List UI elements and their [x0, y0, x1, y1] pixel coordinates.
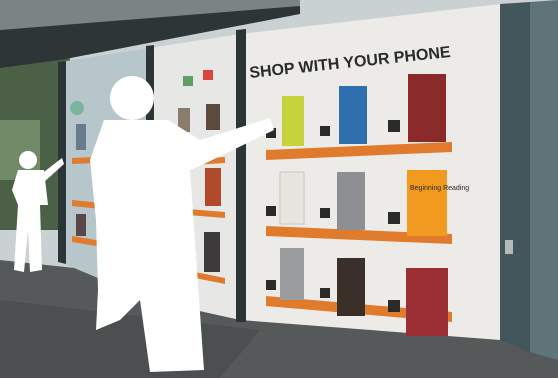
book-cover	[76, 124, 86, 150]
qr-code-icon	[388, 300, 400, 312]
door-handle	[505, 240, 513, 254]
qr-code-icon	[266, 280, 276, 290]
qr-code-icon	[388, 212, 400, 224]
step-icon	[203, 70, 213, 80]
qr-code-icon	[320, 288, 330, 298]
book-cover	[408, 74, 446, 142]
book-cover	[337, 258, 365, 316]
qr-code-icon	[388, 120, 400, 132]
book-cover	[337, 172, 365, 230]
qr-code-icon	[266, 206, 276, 216]
book-cover	[205, 168, 221, 206]
logo-icon	[70, 101, 84, 115]
step-icon	[183, 76, 193, 86]
book-cover	[204, 232, 220, 272]
person-head	[110, 76, 154, 120]
scene-illustration: Beginning Reading SHOP WITH YOUR PHONE	[0, 0, 558, 378]
door-frame	[500, 2, 530, 352]
book-cover	[206, 104, 220, 130]
book-cover	[279, 171, 305, 225]
book-label: Beginning Reading	[410, 185, 469, 192]
person-head	[19, 151, 37, 169]
book-cover	[406, 268, 448, 336]
book-cover	[339, 86, 367, 144]
book-cover	[407, 170, 447, 236]
frame-column	[236, 29, 246, 322]
bookstore-window-scene: Beginning Reading SHOP WITH YOUR PHONE	[0, 0, 558, 378]
book-cover	[282, 96, 304, 146]
book-cover	[76, 214, 86, 236]
qr-code-icon	[320, 126, 330, 136]
qr-code-icon	[320, 208, 330, 218]
door	[530, 0, 558, 360]
book-cover	[280, 248, 304, 300]
